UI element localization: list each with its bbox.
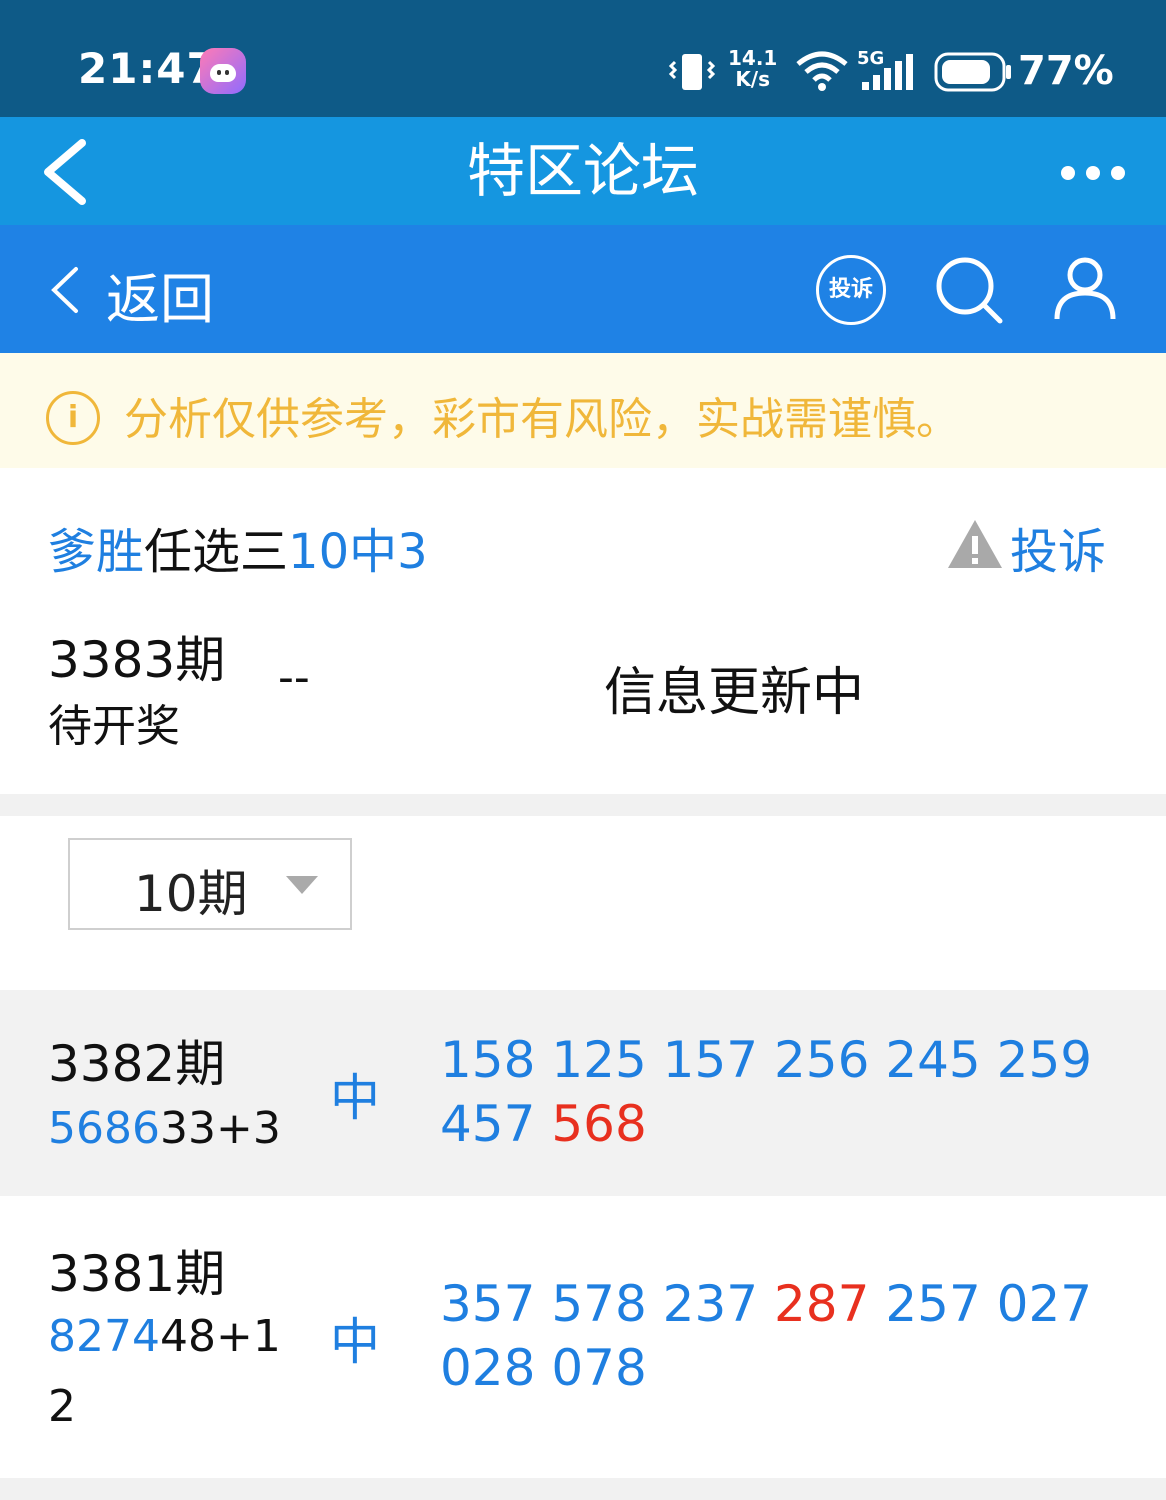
row-numbers: 357 578 237 287 257 027 028 078 — [440, 1275, 1093, 1397]
more-icon[interactable] — [1058, 163, 1128, 183]
row-draw: 827448+12 — [48, 1311, 281, 1432]
info-icon: i — [46, 391, 100, 445]
status-bar: 21:47 14.1 K/s 5G 77% — [0, 0, 1166, 117]
plan-type: 任选三 — [144, 524, 289, 580]
back-label: 返回 — [106, 268, 214, 331]
current-issue: 3383期 — [48, 631, 226, 689]
row-result: 中 — [330, 1313, 380, 1371]
user-icon[interactable] — [1052, 255, 1118, 321]
plan-author[interactable]: 爹胜 — [48, 524, 144, 580]
period-select[interactable]: 10期 — [68, 838, 352, 930]
divider — [0, 794, 1166, 816]
battery-icon — [934, 52, 1011, 92]
table-row: 3382期 568633+3 中 158 125 157 256 245 259… — [0, 990, 1166, 1196]
wifi-icon — [796, 51, 848, 91]
page-title: 特区论坛 — [466, 137, 699, 205]
network-speed: 14.1 K/s — [728, 46, 778, 91]
report-button[interactable]: 投诉 — [946, 512, 1118, 580]
period-select-value: 10期 — [134, 865, 248, 923]
app-badge-icon — [200, 48, 246, 94]
back-chevron-icon — [51, 267, 78, 313]
plan-title: 爹胜任选三10中3 — [48, 512, 428, 582]
title-bar: 特区论坛 — [0, 117, 1166, 225]
report-label: 投诉 — [1010, 524, 1107, 580]
sub-nav: 返回 投诉 — [0, 225, 1166, 353]
current-result: -- — [278, 652, 310, 703]
update-message: 信息更新中 — [604, 663, 865, 723]
current-status: 待开奖 — [48, 701, 180, 752]
search-icon[interactable] — [934, 255, 1004, 325]
divider — [0, 1478, 1166, 1500]
signal-icon — [862, 54, 913, 90]
row-issue: 3381期 — [48, 1245, 226, 1303]
table-row: 3381期 827448+12 中 357 578 237 287 257 02… — [0, 1198, 1166, 1476]
battery-percent: 77% — [1018, 48, 1114, 94]
warning-triangle-icon — [948, 520, 1002, 568]
row-result: 中 — [330, 1069, 380, 1127]
row-numbers: 158 125 157 256 245 259 457 568 — [440, 1031, 1093, 1153]
plan-record: 10中3 — [288, 524, 428, 580]
row-draw: 568633+3 — [48, 1103, 281, 1154]
notice-text: 分析仅供参考，彩市有风险，实战需谨慎。 — [124, 394, 960, 445]
row-issue: 3382期 — [48, 1035, 226, 1093]
status-time: 21:47 — [78, 44, 217, 93]
complain-button[interactable]: 投诉 — [816, 255, 886, 325]
dropdown-arrow-icon — [286, 876, 318, 894]
vibrate-icon — [668, 54, 716, 90]
